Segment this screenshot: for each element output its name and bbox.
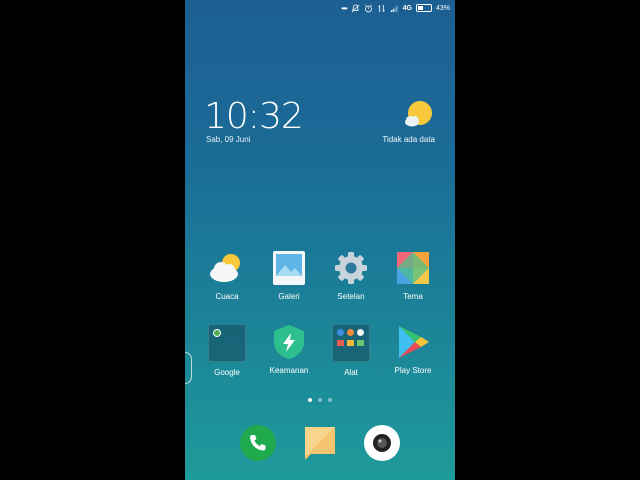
dock xyxy=(185,424,455,464)
alarm-icon xyxy=(364,4,372,12)
page-dot[interactable] xyxy=(318,398,322,402)
page-dot[interactable] xyxy=(308,398,312,402)
weather-status: Tidak ada data xyxy=(382,135,435,144)
clock-date: Sab, 09 Juni xyxy=(206,135,251,144)
google-folder-icon xyxy=(208,324,246,362)
tools-folder-icon xyxy=(332,324,370,362)
status-bar: ••• 4G 43% xyxy=(185,0,455,16)
app-label: Galeri xyxy=(278,292,300,301)
settings-gear-icon xyxy=(333,250,369,286)
app-label: Cuaca xyxy=(215,292,239,301)
app-setelan[interactable]: Setelan xyxy=(320,250,382,301)
app-label: Tema xyxy=(403,292,423,301)
security-shield-icon xyxy=(271,324,307,360)
app-label: Keamanan xyxy=(269,366,309,375)
page-dot[interactable] xyxy=(328,398,332,402)
clock-time[interactable]: 10:32 xyxy=(204,96,304,137)
app-galeri[interactable]: Galeri xyxy=(258,250,320,301)
signal-strength-icon xyxy=(390,5,398,12)
app-cuaca[interactable]: Cuaca xyxy=(196,250,258,301)
camera-icon[interactable] xyxy=(363,424,401,462)
app-google-folder[interactable]: Google xyxy=(196,324,258,377)
app-label: Google xyxy=(214,368,240,377)
play-store-icon xyxy=(395,324,431,360)
more-notifications-icon: ••• xyxy=(341,3,347,13)
themes-icon xyxy=(395,250,431,286)
app-keamanan[interactable]: Keamanan xyxy=(258,324,320,375)
battery-icon xyxy=(415,4,432,12)
app-tema[interactable]: Tema xyxy=(382,250,444,301)
gallery-icon xyxy=(271,250,307,286)
weather-widget[interactable]: Tidak ada data xyxy=(375,100,435,150)
weather-sun-cloud-icon xyxy=(405,101,432,127)
app-alat-folder[interactable]: Alat xyxy=(320,324,382,377)
app-play-store[interactable]: Play Store xyxy=(382,324,444,375)
home-screen: ••• 4G 43% 10:32 Sab, 09 Juni Tidak ada … xyxy=(185,0,455,480)
app-label: Setelan xyxy=(337,292,365,301)
data-transfer-icon xyxy=(377,4,385,12)
phone-icon[interactable] xyxy=(239,424,277,462)
page-indicator[interactable] xyxy=(185,398,455,402)
weather-icon xyxy=(209,250,245,286)
notification-muted-icon xyxy=(351,3,360,12)
messages-icon[interactable] xyxy=(301,424,339,462)
edge-swipe-handle[interactable] xyxy=(185,352,192,384)
battery-percent: 43% xyxy=(435,4,450,12)
app-label: Alat xyxy=(344,368,358,377)
app-label: Play Store xyxy=(394,366,432,375)
network-type: 4G xyxy=(402,4,412,12)
